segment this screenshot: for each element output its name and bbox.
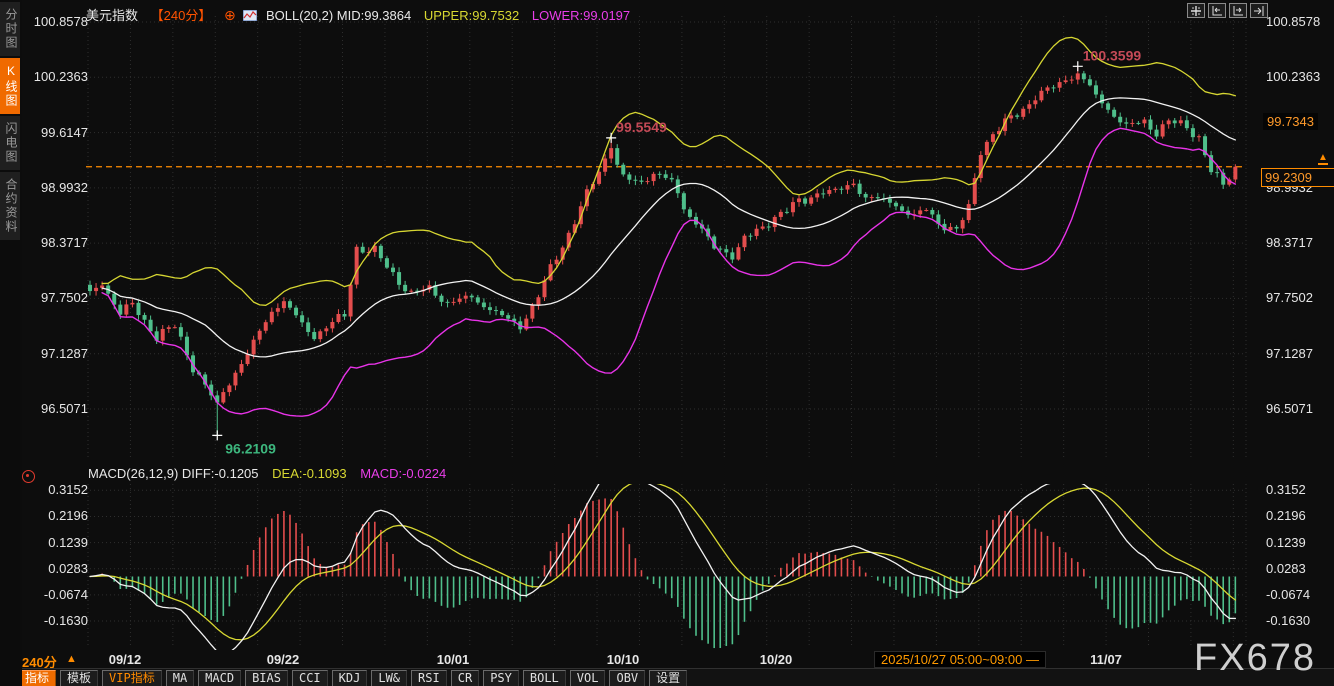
add-indicator-icon[interactable]: ⊕: [224, 7, 236, 23]
toolbar-button[interactable]: VIP指标: [102, 670, 162, 686]
price-axis-label-right: 97.7502: [1266, 290, 1313, 305]
price-axis-label-right: 98.3717: [1266, 235, 1313, 250]
macd-macd-label: MACD:-0.0224: [360, 466, 446, 481]
price-axis-label-left: 100.8578: [26, 14, 88, 29]
period-up-arrow-icon[interactable]: ▲: [66, 653, 77, 665]
toolbar-button[interactable]: CCI: [292, 670, 328, 686]
upper-band-axis-readout: 99.7343: [1263, 113, 1318, 130]
crosshair-date-readout: 2025/10/27 05:00~09:00 —: [874, 651, 1046, 668]
axis-fit-right-icon[interactable]: [1229, 3, 1247, 18]
price-axis-label-left: 98.9932: [26, 180, 88, 195]
indicator-target-icon[interactable]: [22, 470, 35, 483]
pan-icon[interactable]: [1187, 3, 1205, 18]
macd-axis-label-right: -0.1630: [1266, 613, 1310, 628]
price-axis-label-right: 97.1287: [1266, 346, 1313, 361]
toolbar-button[interactable]: LW&: [371, 670, 407, 686]
sidebar-tab-active[interactable]: K线图: [0, 58, 20, 114]
date-axis-label: 11/07: [1090, 652, 1122, 667]
window-toolbar: [1187, 3, 1268, 18]
date-axis-label: 10/10: [607, 652, 640, 667]
mini-chart-icon[interactable]: [243, 10, 257, 21]
date-axis-label: 09/22: [267, 652, 300, 667]
macd-axis-label-right: 0.3152: [1266, 482, 1306, 497]
time-axis: 240分 ▲ 2025/10/27 05:00~09:00 — 09/1209/…: [0, 651, 1334, 668]
toolbar-button[interactable]: RSI: [411, 670, 447, 686]
toolbar-button[interactable]: 指标: [18, 670, 56, 686]
toolbar-button[interactable]: BOLL: [523, 670, 566, 686]
macd-axis-label-right: 0.2196: [1266, 508, 1306, 523]
watermark: FX678: [1194, 637, 1316, 680]
chart-type-sidebar: 分时图K线图闪电图合约资料: [0, 0, 22, 686]
price-axis-label-right: 100.8578: [1266, 14, 1320, 29]
macd-dea-label: DEA:-0.1093: [272, 466, 346, 481]
price-up-arrow-icon: ▲: [1318, 154, 1328, 165]
sidebar-tab-item[interactable]: 闪电图: [0, 116, 20, 170]
price-annotations: 99.5549 100.3599 96.2109: [212, 47, 1141, 456]
date-axis-label: 10/20: [760, 652, 793, 667]
macd-axis-label-right: 0.1239: [1266, 535, 1306, 550]
macd-axis-label-left: 0.0283: [26, 561, 88, 576]
toolbar-button[interactable]: 设置: [649, 670, 687, 686]
macd-axis-label-left: -0.0674: [26, 587, 88, 602]
symbol-name: 美元指数: [86, 8, 138, 23]
price-axis-label-left: 98.3717: [26, 235, 88, 250]
price-axis-label-right: 96.5071: [1266, 401, 1313, 416]
macd-axis-label-left: 0.1239: [26, 535, 88, 550]
toolbar-button[interactable]: KDJ: [332, 670, 368, 686]
sidebar-tab-item[interactable]: 分时图: [0, 2, 20, 56]
toolbar-button[interactable]: BIAS: [245, 670, 288, 686]
price-axis-label-left: 97.1287: [26, 346, 88, 361]
toolbar-button[interactable]: CR: [451, 670, 479, 686]
price-axis-label-left: 99.6147: [26, 125, 88, 140]
scroll-right-icon[interactable]: [1250, 3, 1268, 18]
boll-mid-label: BOLL(20,2) MID:99.3864: [266, 8, 411, 23]
toolbar-button[interactable]: 模板: [60, 670, 98, 686]
macd-axis-label-right: -0.0674: [1266, 587, 1310, 602]
svg-text:99.5549: 99.5549: [616, 119, 667, 135]
svg-text:100.3599: 100.3599: [1083, 47, 1142, 63]
chart-canvas[interactable]: 99.5549 100.3599 96.2109: [0, 0, 1334, 686]
boll-lower-label: LOWER:99.0197: [532, 8, 630, 23]
period-label: 【240分】: [151, 8, 212, 23]
macd-diff-label: MACD(26,12,9) DIFF:-0.1205: [88, 466, 259, 481]
macd-header: MACD(26,12,9) DIFF:-0.1205 DEA:-0.1093 M…: [88, 466, 456, 481]
toolbar-button[interactable]: OBV: [609, 670, 645, 686]
price-axis-label-left: 96.5071: [26, 401, 88, 416]
macd-axis-label-left: 0.3152: [26, 482, 88, 497]
toolbar-button[interactable]: VOL: [570, 670, 606, 686]
svg-text:96.2109: 96.2109: [225, 440, 276, 456]
chart-header: 美元指数 【240分】 ⊕ BOLL(20,2) MID:99.3864 UPP…: [86, 5, 639, 24]
macd-axis-label-left: -0.1630: [26, 613, 88, 628]
date-axis-label: 09/12: [109, 652, 142, 667]
boll-upper-label: UPPER:99.7532: [424, 8, 519, 23]
axis-fit-left-icon[interactable]: [1208, 3, 1226, 18]
macd-axis-label-left: 0.2196: [26, 508, 88, 523]
toolbar-button[interactable]: MACD: [198, 670, 241, 686]
bollinger-bands: [102, 37, 1235, 416]
toolbar-button[interactable]: MA: [166, 670, 194, 686]
toolbar-button[interactable]: PSY: [483, 670, 519, 686]
price-axis-label-left: 100.2363: [26, 69, 88, 84]
price-axis-label-left: 97.7502: [26, 290, 88, 305]
last-price-axis-readout: 99.2309: [1261, 168, 1334, 187]
date-axis-label: 10/01: [437, 652, 470, 667]
indicator-toolbar: 指标模板VIP指标MAMACDBIASCCIKDJLW&RSICRPSYBOLL…: [0, 668, 1334, 686]
chart-application: 99.5549 100.3599 96.2109 分时图K线图闪电图合约资料 美元指…: [0, 0, 1334, 686]
sidebar-tab-item[interactable]: 合约资料: [0, 172, 20, 240]
price-axis-label-right: 100.2363: [1266, 69, 1320, 84]
macd-axis-label-right: 0.0283: [1266, 561, 1306, 576]
